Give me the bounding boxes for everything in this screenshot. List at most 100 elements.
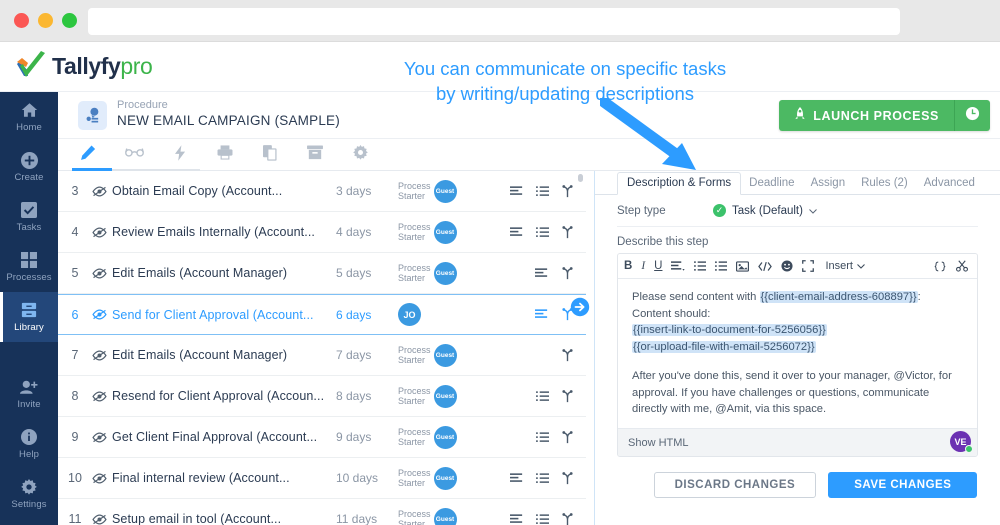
- table-row[interactable]: 7 Edit Emails (Account Manager) 7 days Proc…: [58, 335, 586, 376]
- align-icon[interactable]: [510, 226, 524, 238]
- list-scrollbar[interactable]: [578, 174, 583, 182]
- sidebar-item-home[interactable]: Home: [0, 92, 58, 142]
- fullscreen-icon[interactable]: [802, 260, 815, 272]
- list-icon[interactable]: [536, 226, 549, 238]
- sidebar-item-create[interactable]: Create: [0, 142, 58, 192]
- avatar[interactable]: JO: [398, 303, 421, 326]
- step-assignee: Process Starter Guest: [398, 179, 494, 203]
- align-icon[interactable]: [510, 185, 524, 197]
- show-html-button[interactable]: Show HTML: [628, 437, 689, 449]
- branch-icon[interactable]: [561, 348, 574, 362]
- avatar[interactable]: Guest: [433, 384, 457, 408]
- list-icon[interactable]: [536, 431, 549, 443]
- list-icon[interactable]: [536, 472, 549, 484]
- sidebar-item-settings[interactable]: Settings: [0, 469, 58, 519]
- bullet-list-icon[interactable]: [715, 260, 728, 272]
- hidden-eye-icon[interactable]: [92, 186, 112, 197]
- branch-icon[interactable]: [561, 225, 574, 239]
- avatar[interactable]: Guest: [433, 466, 457, 490]
- lightning-icon[interactable]: [164, 145, 196, 171]
- schedule-launch-button[interactable]: [954, 100, 990, 131]
- avatar[interactable]: Guest: [433, 179, 457, 203]
- hidden-eye-icon[interactable]: [92, 309, 112, 320]
- avatar[interactable]: Guest: [433, 220, 457, 244]
- tab-deadline[interactable]: Deadline: [741, 173, 802, 194]
- list-icon[interactable]: [536, 390, 549, 402]
- gear-icon[interactable]: [344, 145, 376, 171]
- copy-icon[interactable]: [254, 145, 286, 171]
- underline-button[interactable]: U: [654, 260, 662, 272]
- home-icon: [21, 102, 38, 119]
- open-step-arrow-icon[interactable]: [570, 297, 590, 317]
- table-row[interactable]: 11 Setup email in tool (Account... 11 days…: [58, 499, 586, 525]
- branch-icon[interactable]: [561, 266, 574, 280]
- sidebar-item-invite[interactable]: Invite: [0, 369, 58, 419]
- sidebar-item-tasks[interactable]: Tasks: [0, 192, 58, 242]
- braces-icon[interactable]: [934, 260, 946, 272]
- print-icon[interactable]: [209, 145, 241, 171]
- insert-menu-button[interactable]: Insert: [825, 260, 865, 272]
- hidden-eye-icon[interactable]: [92, 473, 112, 484]
- table-row[interactable]: 8 Resend for Client Approval (Accoun... 8 …: [58, 376, 586, 417]
- align-icon[interactable]: [510, 472, 524, 484]
- scissors-icon[interactable]: [956, 260, 968, 272]
- image-icon[interactable]: [736, 260, 750, 272]
- hidden-eye-icon[interactable]: [92, 227, 112, 238]
- sidebar-item-help[interactable]: Help: [0, 419, 58, 469]
- branch-icon[interactable]: [561, 184, 574, 198]
- bold-button[interactable]: B: [624, 260, 632, 272]
- hidden-eye-icon[interactable]: [92, 350, 112, 361]
- avatar[interactable]: Guest: [433, 507, 457, 525]
- close-window-button[interactable]: [14, 13, 29, 28]
- table-row[interactable]: 3 Obtain Email Copy (Account... 3 days Proc…: [58, 171, 586, 212]
- list-icon[interactable]: [536, 513, 549, 525]
- minimize-window-button[interactable]: [38, 13, 53, 28]
- tab-assign[interactable]: Assign: [803, 173, 854, 194]
- branch-icon[interactable]: [561, 471, 574, 485]
- avatar[interactable]: Guest: [433, 261, 457, 285]
- assignee-label: Process Starter: [398, 181, 431, 201]
- table-row[interactable]: 5 Edit Emails (Account Manager) 5 days Proc…: [58, 253, 586, 294]
- maximize-window-button[interactable]: [62, 13, 77, 28]
- tab-description-and-forms[interactable]: Description & Forms: [617, 172, 742, 195]
- discard-changes-button[interactable]: DISCARD CHANGES: [653, 472, 817, 498]
- avatar[interactable]: Guest: [433, 425, 457, 449]
- italic-button[interactable]: I: [641, 260, 645, 272]
- detail-tabs: Description & Forms Deadline Assign Rule…: [595, 171, 1000, 195]
- tab-rules[interactable]: Rules (2): [853, 173, 916, 194]
- ordered-list-icon[interactable]: [694, 260, 707, 272]
- hidden-eye-icon[interactable]: [92, 391, 112, 402]
- launch-process-button[interactable]: LAUNCH PROCESS: [779, 100, 954, 131]
- branch-icon[interactable]: [561, 389, 574, 403]
- address-bar[interactable]: [88, 8, 900, 35]
- archive-icon[interactable]: [299, 145, 331, 171]
- step-number: 11: [68, 512, 82, 525]
- hidden-eye-icon[interactable]: [92, 432, 112, 443]
- align-left-icon[interactable]: [671, 260, 686, 272]
- tab-advanced[interactable]: Advanced: [916, 173, 983, 194]
- glasses-icon[interactable]: [118, 145, 150, 171]
- table-row[interactable]: 10 Final internal review (Account... 10 da…: [58, 458, 586, 499]
- emoji-icon[interactable]: [781, 260, 794, 272]
- tallyfy-logo[interactable]: Tallyfypro: [14, 50, 153, 82]
- align-icon[interactable]: [535, 267, 549, 279]
- list-icon[interactable]: [536, 185, 549, 197]
- align-icon[interactable]: [535, 309, 549, 320]
- align-icon[interactable]: [510, 513, 524, 525]
- step-type-label: Step type: [617, 204, 666, 217]
- save-changes-button[interactable]: SAVE CHANGES: [828, 472, 978, 498]
- description-body[interactable]: Please send content with {{client-email-…: [618, 279, 977, 429]
- avatar[interactable]: Guest: [433, 343, 457, 367]
- assignee-label: Process Starter: [398, 427, 431, 447]
- branch-icon[interactable]: [561, 430, 574, 444]
- table-row[interactable]: 4 Review Emails Internally (Account... 4 d…: [58, 212, 586, 253]
- table-row[interactable]: 6 Send for Client Approval (Account... 6 d…: [58, 294, 586, 335]
- table-row[interactable]: 9 Get Client Final Approval (Account... 9 …: [58, 417, 586, 458]
- step-type-select[interactable]: ✓ Task (Default): [713, 204, 817, 217]
- code-icon[interactable]: [758, 261, 773, 272]
- sidebar-item-library[interactable]: Library: [0, 292, 58, 342]
- hidden-eye-icon[interactable]: [92, 514, 112, 525]
- sidebar-item-processes[interactable]: Processes: [0, 242, 58, 292]
- hidden-eye-icon[interactable]: [92, 268, 112, 279]
- branch-icon[interactable]: [561, 512, 574, 525]
